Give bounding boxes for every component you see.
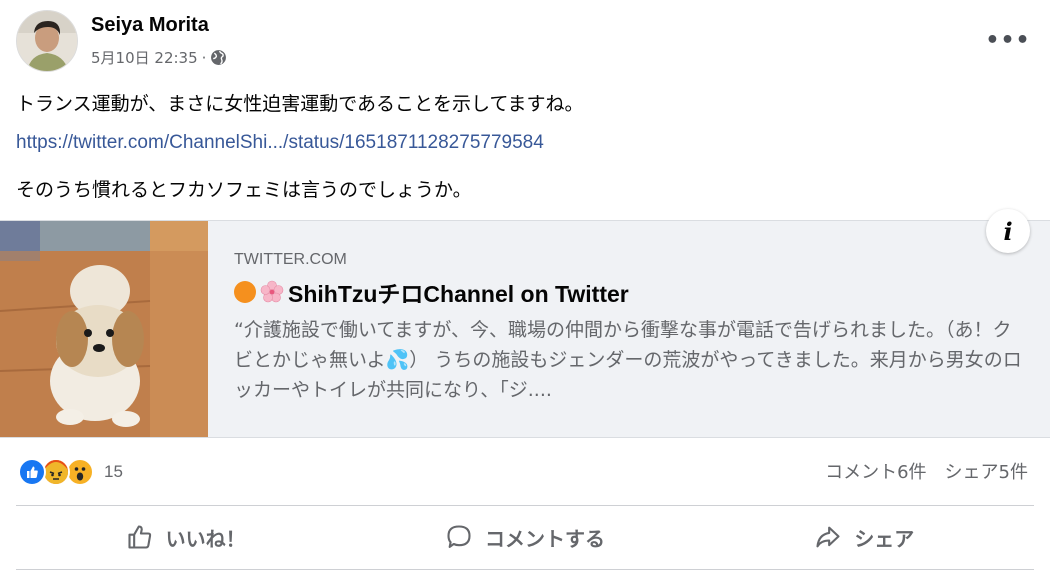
more-options-icon[interactable]: ••• bbox=[985, 22, 1029, 58]
comments-count[interactable]: コメント6件 bbox=[825, 458, 926, 484]
like-reaction-icon bbox=[18, 458, 46, 486]
post-timestamp[interactable]: 5月10日 22:35 bbox=[91, 47, 198, 68]
share-button[interactable]: シェア bbox=[695, 508, 1034, 566]
post-text-line1: トランス運動が、まさに女性迫害運動であることを示してますね。 bbox=[16, 93, 584, 115]
post-header: Seiya Morita 5月10日 22:35 · ••• bbox=[16, 10, 1036, 74]
info-icon[interactable]: i bbox=[986, 209, 1030, 253]
engagement-stats: コメント6件 シェア5件 bbox=[825, 458, 1028, 484]
post-text-line2: そのうち慣れるとフカソフェミは言うのでしょうか。 bbox=[16, 179, 472, 201]
cherry-blossom-icon bbox=[260, 280, 284, 304]
comment-button[interactable]: コメントする bbox=[355, 508, 694, 566]
thumbs-up-icon bbox=[128, 525, 151, 549]
author-avatar[interactable] bbox=[16, 10, 78, 72]
link-title-row: ShihTzuチロChannel on Twitter bbox=[234, 275, 1024, 309]
post-meta: 5月10日 22:35 · bbox=[91, 47, 227, 68]
link-description: “介護施設で働いてますが、今、職場の仲間から衝撃な事が電話で告げられました。（あ… bbox=[234, 319, 1022, 401]
meta-separator: · bbox=[201, 48, 207, 67]
share-arrow-icon bbox=[816, 526, 840, 548]
action-bar: いいね！ コメントする シェア bbox=[16, 508, 1034, 566]
comment-label: コメントする bbox=[484, 526, 605, 551]
reaction-count: 15 bbox=[104, 462, 123, 481]
link-domain: TWITTER.COM bbox=[234, 251, 347, 268]
link-thumbnail[interactable] bbox=[0, 221, 208, 437]
post-link[interactable]: https://twitter.com/ChannelShi.../status… bbox=[16, 132, 544, 154]
orange-circle-icon bbox=[234, 281, 256, 303]
link-card-body: TWITTER.COM ShihTzuチロChannel on Twitter … bbox=[234, 251, 1024, 405]
angry-reaction-icon bbox=[42, 458, 70, 486]
divider bbox=[16, 505, 1034, 506]
share-label: シェア bbox=[854, 526, 915, 551]
like-label: いいね！ bbox=[165, 526, 246, 551]
like-button[interactable]: いいね！ bbox=[16, 508, 355, 566]
link-title: ShihTzuチロChannel on Twitter bbox=[288, 281, 629, 307]
link-preview-card[interactable]: i TWITTER.COM ShihTzuチロChannel on Twitte… bbox=[0, 209, 1050, 438]
author-name[interactable]: Seiya Morita bbox=[91, 14, 209, 37]
wow-reaction-icon bbox=[66, 458, 94, 486]
shares-count[interactable]: シェア5件 bbox=[945, 458, 1028, 484]
reactions-summary[interactable]: 15 bbox=[18, 456, 123, 488]
globe-icon bbox=[210, 49, 227, 66]
comment-bubble-icon bbox=[447, 525, 471, 548]
divider bbox=[16, 569, 1034, 570]
